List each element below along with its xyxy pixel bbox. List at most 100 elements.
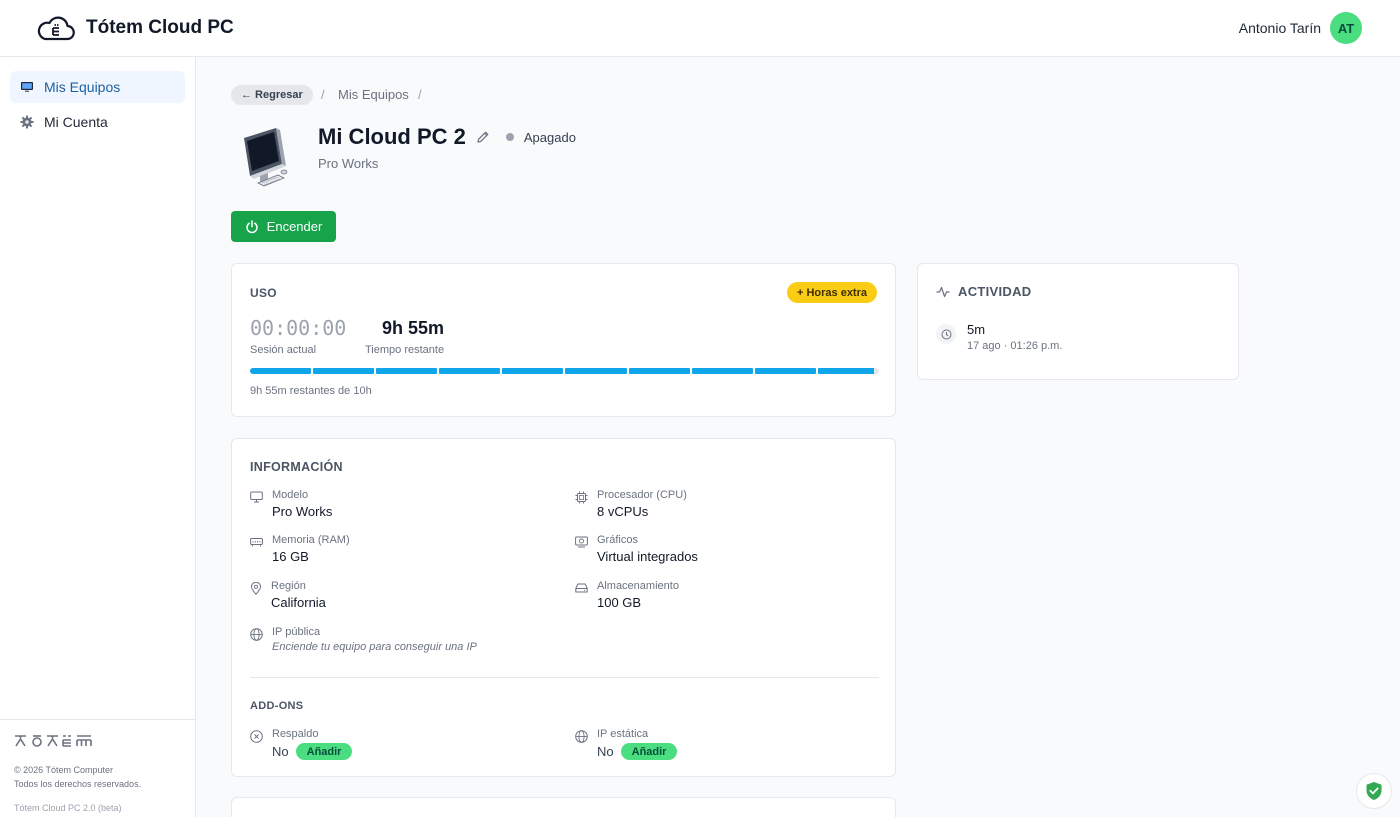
- power-on-button[interactable]: Encender: [231, 211, 336, 242]
- power-icon: [245, 219, 258, 233]
- activity-header: ACTIVIDAD: [936, 284, 1031, 299]
- status-dot: [505, 133, 514, 141]
- activity-entry-icon-wrap: [936, 324, 956, 344]
- globe-icon: [250, 628, 263, 641]
- version-text: Tótem Cloud PC 2.0 (beta): [14, 803, 122, 813]
- spec-value: Pro Works: [272, 504, 333, 519]
- device-title-row: Mi Cloud PC 2 Apagado: [318, 124, 576, 150]
- security-badge[interactable]: [1356, 773, 1392, 809]
- spec-label: Modelo: [272, 489, 309, 501]
- spec-label: Procesador (CPU): [597, 489, 687, 501]
- edit-pencil-icon[interactable]: [476, 130, 490, 144]
- spec-public-ip: IP pública Enciende tu equipo para conseg…: [250, 626, 477, 653]
- spec-value: 16 GB: [272, 549, 309, 564]
- spec-region: Región California: [250, 580, 326, 610]
- cpu-icon: [575, 491, 588, 504]
- info-card: INFORMACIÓN Modelo Pro Works Procesador (…: [231, 438, 896, 777]
- usage-progress-segment: [691, 368, 753, 374]
- computer-illustration-icon: [244, 128, 288, 187]
- session-timer: 00:00:00: [250, 316, 347, 340]
- copyright-text: © 2026 Tótem Computer: [14, 765, 114, 775]
- spec-cpu: Procesador (CPU) 8 vCPUs: [575, 489, 687, 519]
- pulse-icon: [936, 286, 950, 297]
- usage-progress-segment: [754, 368, 816, 374]
- extra-hours-button[interactable]: + Horas extra: [786, 282, 877, 303]
- activity-entry-value: 5m: [967, 322, 986, 337]
- sidebar-item-mis-equipos[interactable]: Mis Equipos: [10, 71, 185, 103]
- spec-value: 8 vCPUs: [597, 504, 649, 519]
- location-icon: [250, 582, 262, 595]
- usage-progress-segment: [313, 368, 375, 374]
- usage-card: USO + Horas extra 00:00:00 Sesión actual…: [231, 263, 896, 417]
- device-name: Mi Cloud PC 2: [318, 124, 466, 149]
- app-header: Tótem Cloud PC Antonio Tarín AT: [0, 0, 1400, 57]
- user-menu[interactable]: Antonio Tarín AT: [1239, 12, 1362, 44]
- sidebar-footer: © 2026 Tótem Computer Todos los derechos…: [0, 719, 195, 813]
- spec-label: IP pública: [272, 626, 321, 638]
- addon-value: No: [597, 744, 614, 759]
- spec-label: Memoria (RAM): [272, 534, 350, 546]
- activity-entry-time: 17 ago · 01:26 p.m.: [967, 340, 1063, 352]
- gear-icon: [20, 115, 34, 129]
- remaining-label: Tiempo restante: [365, 344, 445, 356]
- brand[interactable]: Tótem Cloud PC: [36, 14, 234, 42]
- usage-progress-bar: [250, 368, 879, 374]
- spec-value: Virtual integrados: [597, 549, 698, 564]
- usage-progress-segment: [565, 368, 627, 374]
- rights-text: Todos los derechos reservados.: [14, 779, 142, 789]
- addon-static-ip: IP estática No Añadir: [575, 728, 678, 760]
- spec-label: Región: [271, 580, 306, 592]
- addons-title: ADD-ONS: [250, 700, 304, 712]
- next-card: [231, 797, 896, 817]
- addon-label: IP estática: [597, 728, 649, 740]
- usage-progress-segment: [439, 368, 501, 374]
- globe-icon: [575, 730, 588, 743]
- sidebar-item-mi-cuenta[interactable]: Mi Cuenta: [10, 106, 185, 138]
- clock-icon: [941, 329, 951, 339]
- spec-value: California: [271, 595, 326, 610]
- addon-label: Respaldo: [272, 728, 319, 740]
- sidebar-item-label: Mis Equipos: [44, 79, 121, 95]
- addon-value: No: [272, 744, 289, 759]
- cloud-logo-icon: [37, 16, 75, 41]
- monitor-icon: [21, 82, 33, 92]
- spec-model: Modelo Pro Works: [250, 489, 332, 519]
- add-backup-button[interactable]: Añadir: [295, 743, 353, 760]
- user-name: Antonio Tarín: [1238, 20, 1321, 36]
- breadcrumb-separator: /: [321, 87, 325, 102]
- section-divider: [250, 677, 879, 678]
- spec-label: Almacenamiento: [597, 580, 679, 592]
- gpu-icon: [575, 536, 588, 548]
- usage-progress-segment: [502, 368, 564, 374]
- brand-title: Tótem Cloud PC: [86, 17, 234, 38]
- back-button[interactable]: ← Regresar: [231, 85, 313, 105]
- usage-progress-segment: [376, 368, 438, 374]
- breadcrumb-separator: /: [418, 87, 422, 102]
- add-static-ip-button[interactable]: Añadir: [620, 743, 678, 760]
- info-title: INFORMACIÓN: [250, 460, 343, 474]
- device-status: Apagado: [523, 129, 576, 145]
- usage-note: 9h 55m restantes de 10h: [250, 385, 372, 397]
- usage-progress-segment: [817, 368, 879, 374]
- addon-backup: Respaldo No Añadir: [250, 728, 353, 760]
- remaining-time: 9h 55m: [382, 318, 445, 338]
- power-on-label: Encender: [266, 219, 323, 234]
- sidebar-item-label: Mi Cuenta: [44, 114, 108, 130]
- activity-title: ACTIVIDAD: [958, 284, 1032, 299]
- backup-icon: [250, 730, 263, 743]
- breadcrumb-current[interactable]: Mis Equipos: [338, 87, 409, 102]
- storage-icon: [575, 583, 588, 593]
- shield-check-icon: [1366, 782, 1382, 800]
- memory-icon: [250, 538, 263, 547]
- activity-card: ACTIVIDAD 5m 17 ago · 01:26 p.m.: [917, 263, 1239, 380]
- spec-memory: Memoria (RAM) 16 GB: [250, 534, 350, 564]
- device-plan: Pro Works: [318, 156, 379, 171]
- spec-graphics: Gráficos Virtual integrados: [575, 534, 698, 564]
- spec-storage: Almacenamiento 100 GB: [575, 580, 679, 610]
- session-label: Sesión actual: [250, 344, 317, 356]
- usage-progress-segment: [628, 368, 690, 374]
- monitor-icon: [250, 491, 263, 503]
- avatar[interactable]: AT: [1330, 12, 1362, 44]
- spec-value: 100 GB: [597, 595, 642, 610]
- sidebar: Mis Equipos Mi Cuenta © 2026 Tótem Compu…: [0, 57, 196, 817]
